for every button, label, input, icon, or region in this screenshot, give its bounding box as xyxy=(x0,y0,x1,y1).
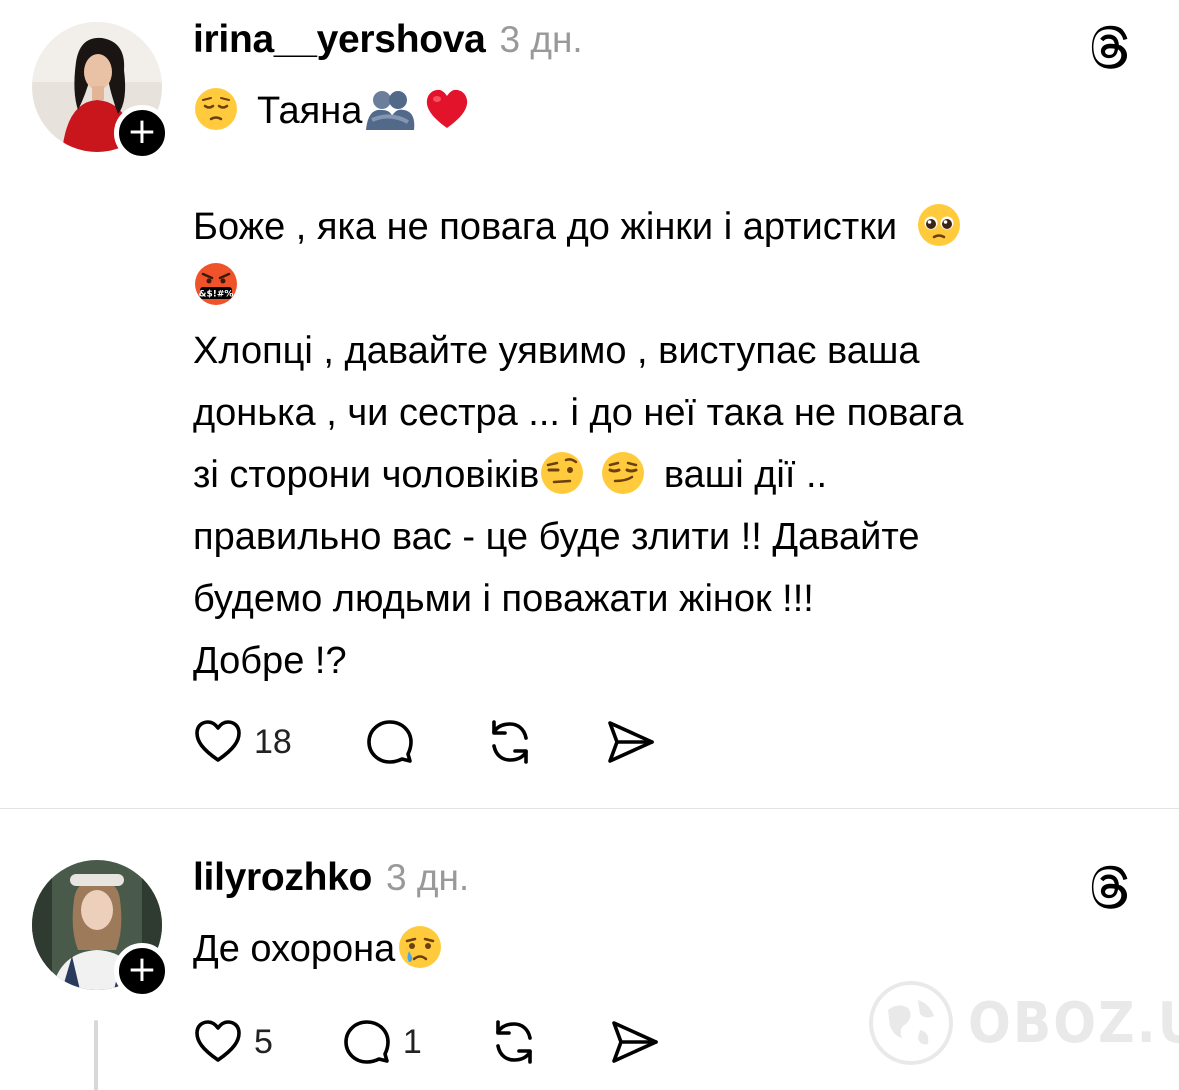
comment-header: lilyrozhko 3 дн. xyxy=(193,856,469,906)
heart-icon xyxy=(195,1020,241,1062)
repost-button[interactable] xyxy=(486,1014,542,1070)
avatar-container: + xyxy=(32,860,170,999)
people-hugging-emoji xyxy=(366,90,415,130)
thread-connector-line xyxy=(94,1020,98,1090)
plus-icon: + xyxy=(126,111,158,152)
send-icon xyxy=(608,721,654,763)
reply-count: 1 xyxy=(402,1022,422,1061)
threads-logo-icon[interactable] xyxy=(1085,862,1135,912)
text-span: зі сторони чоловіків xyxy=(193,454,540,496)
comment-post: + irina__yershova 3 дн. Таяна Боже , яка… xyxy=(0,0,1179,808)
text-span: Боже , яка не повага до жінки і артистки xyxy=(193,206,898,248)
crying-face-emoji xyxy=(399,925,442,968)
reply-button[interactable]: 1 xyxy=(339,1014,422,1070)
pleading-face-emoji xyxy=(917,203,960,246)
follow-button[interactable]: + xyxy=(114,105,170,161)
text-line: Боже , яка не повага до жінки і артистки xyxy=(193,196,1143,258)
action-bar: 5 1 xyxy=(190,1012,662,1072)
text-line: Добре !? xyxy=(193,640,347,682)
action-bar: 18 xyxy=(190,712,658,772)
timestamp: 3 дн. xyxy=(386,857,470,898)
text-line: донька , чи сестра ... і до неї така не … xyxy=(193,392,964,434)
face-with-symbols-on-mouth-emoji: &$!#% xyxy=(195,262,237,305)
red-heart-emoji xyxy=(427,89,468,128)
text-line: &$!#% xyxy=(193,258,1143,320)
text-line: Хлопці , давайте уявимо , виступає ваша xyxy=(193,330,920,372)
text-span: Таяна xyxy=(257,90,363,132)
watermark: OBOZ.UA xyxy=(868,973,1179,1073)
comment-header: irina__yershova 3 дн. xyxy=(193,18,583,68)
share-button[interactable] xyxy=(606,1014,662,1070)
avatar-container: + xyxy=(32,22,170,161)
heart-icon xyxy=(195,720,241,762)
username[interactable]: irina__yershova xyxy=(193,18,486,62)
share-button[interactable] xyxy=(602,714,658,770)
comment-icon xyxy=(344,1020,390,1064)
divider xyxy=(0,808,1179,809)
svg-text:&$!#%: &$!#% xyxy=(199,289,234,299)
username[interactable]: lilyrozhko xyxy=(193,856,372,900)
repost-icon xyxy=(496,1020,532,1064)
like-count: 18 xyxy=(254,722,292,761)
reply-button[interactable] xyxy=(362,714,418,770)
pensive-face-emoji xyxy=(195,87,237,130)
comment-icon xyxy=(367,720,413,764)
globe-logo-icon xyxy=(869,981,953,1065)
text-line: Де охорона xyxy=(193,918,1143,980)
comment-text: Де охорона xyxy=(193,918,1143,980)
smirking-face-emoji xyxy=(601,451,644,494)
threads-logo-icon[interactable] xyxy=(1085,22,1135,72)
like-button[interactable]: 18 xyxy=(190,714,292,770)
like-count: 5 xyxy=(254,1022,273,1061)
text-span: Де охорона xyxy=(193,928,396,970)
watermark-text: OBOZ.UA xyxy=(968,990,1179,1056)
plus-icon: + xyxy=(126,949,158,990)
send-icon xyxy=(612,1021,658,1063)
face-with-raised-eyebrow-emoji xyxy=(541,451,584,494)
text-line: правильно вас - це буде злити !! Давайте xyxy=(193,516,920,558)
text-span: ваші дії .. xyxy=(663,454,828,496)
repost-button[interactable] xyxy=(482,714,538,770)
follow-button[interactable]: + xyxy=(114,943,170,999)
text-line: зі сторони чоловіків ваші дії .. xyxy=(193,444,1143,506)
repost-icon xyxy=(492,720,528,764)
text-line: будемо людьми і поважати жінок !!! xyxy=(193,578,814,620)
timestamp: 3 дн. xyxy=(499,19,583,60)
comment-text: Таяна Боже , яка не повага до жінки і ар… xyxy=(193,80,1143,692)
threads-comments-screen: + irina__yershova 3 дн. Таяна Боже , яка… xyxy=(0,0,1179,1090)
text-line: Таяна xyxy=(193,80,1143,142)
like-button[interactable]: 5 xyxy=(190,1014,273,1070)
